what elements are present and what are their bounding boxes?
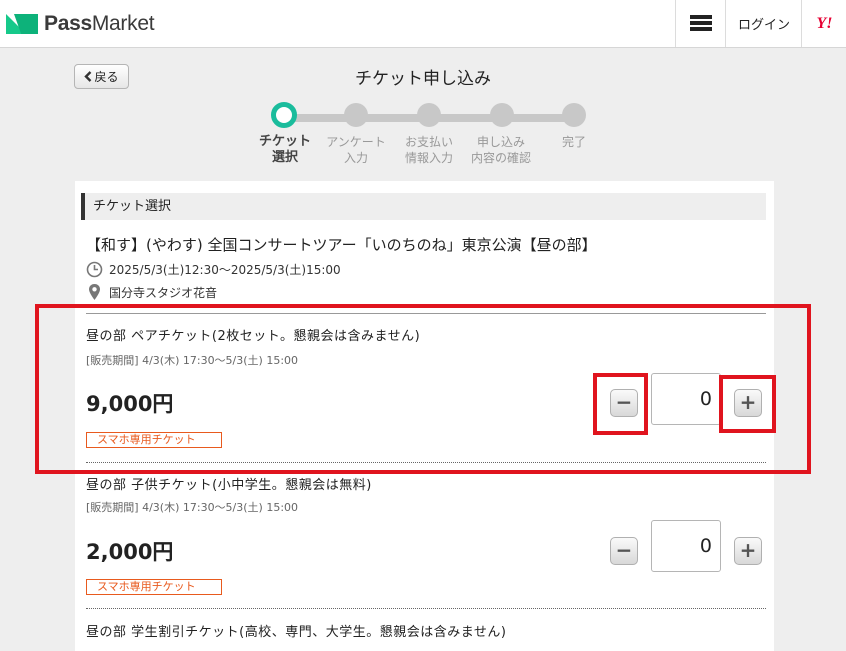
clock-icon — [86, 261, 103, 278]
menu-button[interactable] — [675, 0, 726, 47]
step-5-dot — [562, 103, 586, 127]
back-label: 戻る — [94, 70, 119, 84]
decrease-highlight-box — [593, 373, 648, 435]
step-1-dot — [271, 102, 297, 128]
ticket-2-price: 2,000円 — [86, 540, 174, 564]
increase-highlight-box — [719, 375, 776, 433]
yahoo-button[interactable]: Y! — [801, 0, 846, 47]
ticket-3-name: 昼の部 学生割引チケット(高校、専門、大学生。懇親会は含みません) — [86, 625, 507, 640]
event-venue-row: 国分寺スタジオ花音 — [86, 283, 217, 301]
page-title: チケット申し込み — [355, 69, 491, 89]
event-venue: 国分寺スタジオ花音 — [109, 285, 218, 300]
step-2-dot — [344, 103, 368, 127]
ticket-2-smartphone-badge: スマホ専用チケット — [86, 579, 222, 595]
divider — [86, 608, 766, 609]
site-header: PassMarket ログイン Y! — [0, 0, 846, 48]
login-button[interactable]: ログイン — [725, 0, 802, 47]
list-menu-icon — [690, 15, 712, 32]
logo-text: Market — [91, 12, 155, 35]
section-heading: チケット選択 — [81, 193, 766, 220]
ticket-2-period: [販売期間] 4/3(木) 17:30〜5/3(土) 15:00 — [86, 501, 299, 514]
ticket-2-quantity-input[interactable]: 0 — [651, 520, 721, 572]
back-button[interactable]: 戻る — [74, 64, 129, 89]
event-datetime: 2025/5/3(土)12:30〜2025/5/3(土)15:00 — [109, 263, 341, 277]
ticket-2-increase-button[interactable]: + — [734, 537, 762, 565]
chevron-left-icon — [84, 71, 92, 82]
event-datetime-row: 2025/5/3(土)12:30〜2025/5/3(土)15:00 — [86, 261, 341, 278]
ticket-2-name: 昼の部 子供チケット(小中学生。懇親会は無料) — [86, 478, 372, 493]
event-title: 【和す】(やわす) 全国コンサートツアー「いのちのね」東京公演【昼の部】 — [86, 236, 597, 254]
logo-text-bold: Pass — [44, 12, 92, 35]
step-4-dot — [490, 103, 514, 127]
ticket-1-highlight-box — [35, 304, 811, 474]
step-5-label: 完了 — [561, 135, 586, 149]
passmarket-logo-icon — [6, 14, 40, 34]
ticket-2-decrease-button[interactable]: − — [610, 537, 638, 565]
passmarket-logo[interactable]: PassMarket — [6, 12, 155, 36]
map-pin-icon — [89, 284, 100, 300]
step-3-dot — [417, 103, 441, 127]
